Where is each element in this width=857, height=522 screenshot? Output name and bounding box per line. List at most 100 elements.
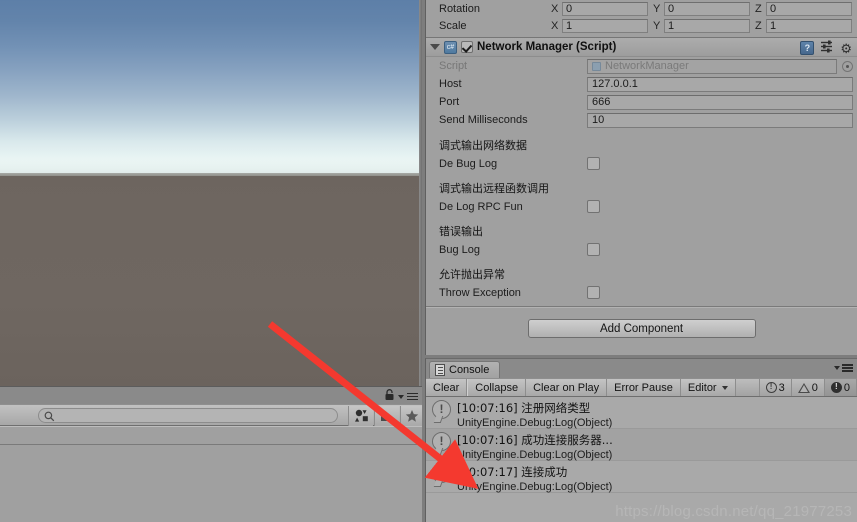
lock-icon[interactable] — [384, 389, 395, 404]
project-content-area[interactable] — [0, 426, 422, 522]
editor-dropdown-button[interactable]: Editor — [680, 379, 736, 396]
console-toolbar-spacer — [735, 379, 760, 396]
port-input[interactable]: 666 — [587, 94, 853, 110]
debug-log-checkbox[interactable] — [587, 157, 600, 170]
rotation-z-field[interactable]: 0 — [766, 1, 852, 16]
toggle-label: Throw Exception — [439, 286, 521, 299]
ground-plane — [0, 176, 422, 386]
chevron-down-icon — [721, 385, 728, 390]
toggle-row-log-rpc-fun[interactable]: De Log RPC Fun — [426, 197, 857, 216]
property-label: Script — [439, 60, 468, 72]
axis-label-y: Y — [653, 2, 661, 15]
error-pause-button[interactable]: Error Pause — [607, 379, 681, 396]
transform-row-label: Rotation — [439, 2, 480, 15]
axis-group-y: Y 1 — [653, 18, 750, 33]
axis-label-z: Z — [755, 2, 762, 15]
rotation-y-field[interactable]: 0 — [664, 1, 750, 16]
scale-x-field[interactable]: 1 — [562, 18, 648, 33]
send-milliseconds-input[interactable]: 10 — [587, 112, 853, 128]
chevron-down-icon[interactable] — [834, 365, 840, 370]
toggle-row-throw-exception[interactable]: Throw Exception — [426, 283, 857, 302]
search-input[interactable] — [38, 408, 338, 423]
property-row-script[interactable]: Script NetworkManager — [426, 57, 857, 75]
preset-icon[interactable] — [820, 40, 834, 56]
warning-counter[interactable]: 0 — [791, 379, 825, 396]
toggle-row-debug-log[interactable]: De Bug Log — [426, 154, 857, 173]
add-component-button[interactable]: Add Component — [527, 319, 756, 338]
info-icon: ! — [765, 382, 777, 393]
log-stack: UnityEngine.Debug:Log(Object) — [457, 449, 613, 461]
csharp-script-icon: c# — [444, 40, 457, 54]
log-entry[interactable]: ! [10:07:16] 注册网络类型 UnityEngine.Debug:Lo… — [426, 397, 857, 429]
axis-label-x: X — [551, 19, 559, 32]
transform-row-scale[interactable]: Scale X 1 Y 1 Z 1 — [426, 17, 857, 34]
inspector-panel: Rotation X 0 Y 0 Z 0 Scale X 1 Y 1 Z 1 c… — [425, 0, 857, 355]
project-tab-tools — [384, 389, 418, 404]
throw-exception-checkbox[interactable] — [587, 286, 600, 299]
filter-by-label-icon[interactable] — [374, 406, 399, 426]
scale-z-field[interactable]: 1 — [766, 18, 852, 33]
log-text: [10:07:17] 连接成功 UnityEngine.Debug:Log(Ob… — [457, 464, 612, 493]
console-icon — [435, 364, 445, 376]
rotation-x-field[interactable]: 0 — [562, 1, 648, 16]
game-view[interactable] — [0, 0, 422, 386]
toggle-label: Bug Log — [439, 243, 480, 256]
panel-menu-icon[interactable] — [842, 364, 853, 372]
console-panel: Console Clear Collapse Clear on Play Err… — [425, 358, 857, 522]
editor-dropdown-label: Editor — [687, 381, 717, 394]
log-entry[interactable]: ! [10:07:17] 连接成功 UnityEngine.Debug:Log(… — [426, 461, 857, 493]
property-label: Port — [439, 96, 460, 108]
log-message: [10:07:16] 注册网络类型 — [457, 401, 591, 415]
toggle-header-throw-exception: 允许抛出异常 — [439, 268, 505, 281]
toggle-label: De Log RPC Fun — [439, 200, 523, 213]
log-entry[interactable]: ! [10:07:16] 成功连接服务器... UnityEngine.Debu… — [426, 429, 857, 461]
add-component-area: Add Component — [426, 319, 857, 338]
gear-icon[interactable]: ⚙ — [840, 42, 852, 55]
clear-on-play-button[interactable]: Clear on Play — [526, 379, 608, 396]
component-enabled-checkbox[interactable] — [461, 41, 473, 53]
bug-log-checkbox[interactable] — [587, 243, 600, 256]
log-message: [10:07:17] 连接成功 — [457, 465, 568, 479]
panel-menu-icon[interactable] — [407, 392, 418, 401]
property-row-host[interactable]: Host 127.0.0.1 — [426, 75, 857, 93]
component-header-icons: ? ⚙ — [800, 40, 852, 56]
tab-console[interactable]: Console — [429, 361, 501, 378]
clear-button[interactable]: Clear — [426, 379, 468, 396]
property-row-port[interactable]: Port 666 — [426, 93, 857, 111]
network-manager-component-header[interactable]: c# Network Manager (Script) ? ⚙ — [426, 38, 857, 57]
info-counter[interactable]: ! 3 — [759, 379, 792, 396]
log-message: [10:07:16] 成功连接服务器... — [457, 433, 613, 447]
toggle-label: De Bug Log — [439, 157, 498, 170]
help-icon[interactable]: ? — [800, 41, 815, 55]
warning-count: 0 — [811, 381, 818, 394]
console-panel-menu[interactable] — [834, 364, 853, 372]
axis-group-z: Z 1 — [755, 18, 852, 33]
object-picker-icon[interactable] — [842, 60, 853, 72]
info-icon: ! — [432, 400, 451, 419]
toggle-header-log-rpc-fun: 调式输出远程函数调用 — [439, 182, 549, 195]
scale-y-field[interactable]: 1 — [664, 18, 750, 33]
transform-row-rotation[interactable]: Rotation X 0 Y 0 Z 0 — [426, 0, 857, 17]
filter-by-type-icon[interactable] — [348, 406, 373, 426]
host-input[interactable]: 127.0.0.1 — [587, 76, 853, 92]
log-stack: UnityEngine.Debug:Log(Object) — [457, 481, 613, 493]
collapse-button[interactable]: Collapse — [467, 379, 527, 396]
foldout-triangle-icon[interactable] — [430, 44, 440, 50]
transform-row-label: Scale — [439, 19, 467, 32]
log-text: [10:07:16] 成功连接服务器... UnityEngine.Debug:… — [457, 432, 613, 461]
info-count: 3 — [778, 381, 785, 394]
chevron-down-icon[interactable] — [398, 394, 404, 399]
log-rpc-fun-checkbox[interactable] — [587, 200, 600, 213]
toggle-row-bug-log[interactable]: Bug Log — [426, 240, 857, 259]
favorite-icon[interactable] — [400, 406, 422, 426]
log-text: [10:07:16] 注册网络类型 UnityEngine.Debug:Log(… — [457, 400, 612, 429]
error-counter[interactable]: ! 0 — [824, 379, 857, 396]
property-row-send-milliseconds[interactable]: Send Milliseconds 10 — [426, 111, 857, 129]
axis-label-z: Z — [755, 19, 762, 32]
sky-gradient — [0, 0, 422, 177]
script-object-field[interactable]: NetworkManager — [587, 58, 837, 74]
